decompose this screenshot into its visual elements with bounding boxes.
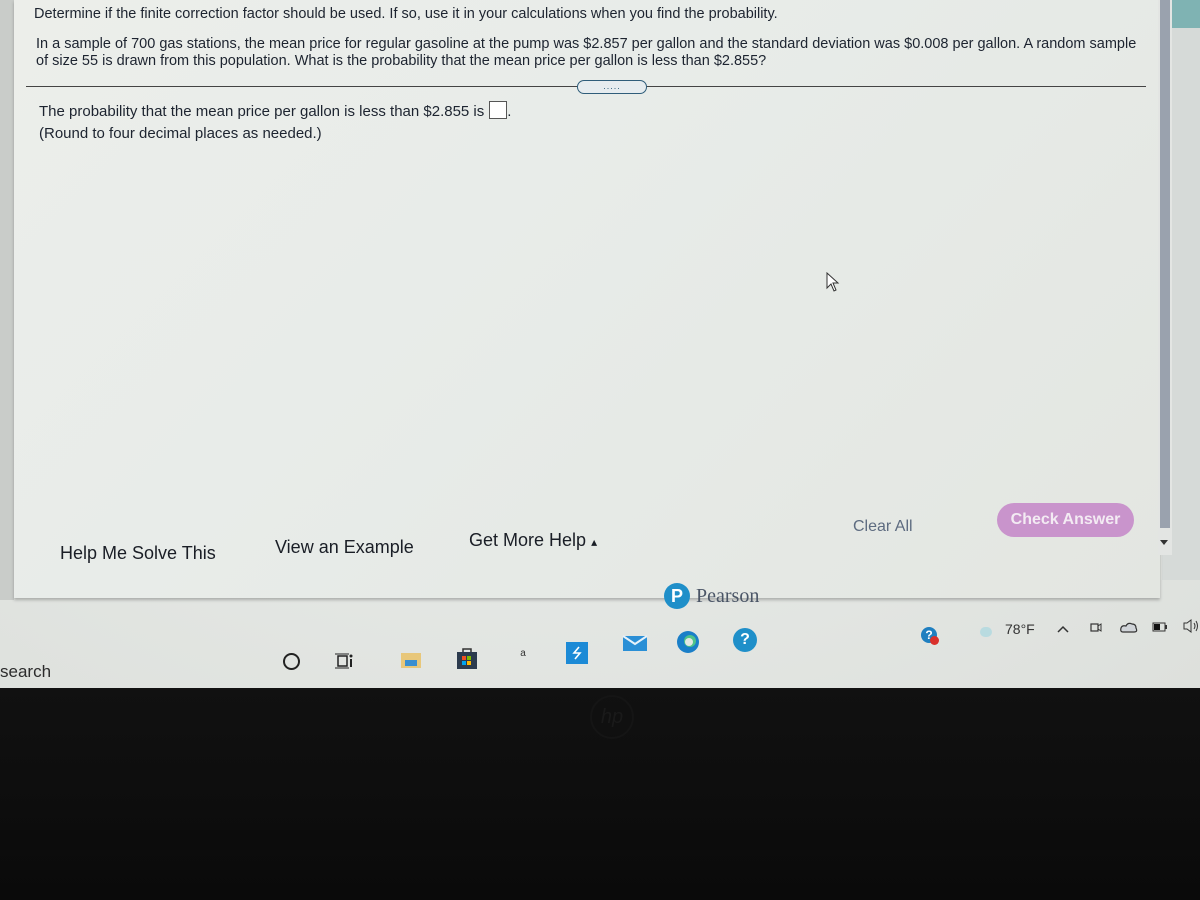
taskbar-search[interactable]: search [0,662,51,682]
edge-icon[interactable] [676,630,700,654]
rounding-note: (Round to four decimal places as needed.… [39,125,322,142]
help-alert-icon[interactable]: ? [918,624,940,646]
answer-line: The probability that the mean price per … [39,101,511,120]
pearson-name: Pearson [696,584,760,607]
weather-icon [978,624,994,640]
chevron-up-icon[interactable] [1056,622,1070,636]
get-more-help-label: Get More Help [469,530,587,550]
amazon-icon[interactable]: a [518,646,528,660]
answer-prefix: The probability that the mean price per … [39,103,485,120]
help-icon[interactable]: ? [733,628,757,652]
answer-suffix: . [507,103,512,120]
help-me-solve-button[interactable]: Help Me Solve This [60,543,216,564]
get-more-help-button[interactable]: Get More Help ▴ [469,530,597,551]
instruction-text: Determine if the finite correction facto… [34,6,778,22]
clear-all-button[interactable]: Clear All [853,518,913,536]
caret-up-icon: ▴ [591,535,598,549]
scroll-down-arrow-icon[interactable] [1160,540,1168,545]
scrollbar-thumb[interactable] [1160,0,1170,528]
meet-now-icon[interactable] [1089,618,1103,636]
view-example-button[interactable]: View an Example [275,537,414,558]
weather-temperature[interactable]: 78°F [1005,621,1035,637]
hp-bezel-logo: hp [590,695,634,739]
pearson-branding: P Pearson [664,583,759,609]
pearson-logo-icon: P [664,583,690,609]
check-answer-button[interactable]: Check Answer [997,503,1134,537]
microsoft-store-icon[interactable] [456,646,478,670]
task-view-icon[interactable] [334,652,354,670]
mouse-cursor-icon [826,272,840,292]
answer-input[interactable] [489,101,508,119]
question-panel: Determine if the finite correction facto… [14,0,1172,598]
mail-icon[interactable] [622,630,648,652]
battery-icon[interactable] [1152,622,1168,632]
cortana-icon[interactable] [282,652,300,670]
left-edge [0,0,14,600]
volume-icon[interactable] [1182,618,1200,634]
question-text: In a sample of 700 gas stations, the mea… [36,36,1137,69]
app-icon[interactable] [566,642,588,664]
onedrive-icon[interactable] [1120,621,1138,633]
taskbar: search a ? ? 78°F [0,612,1200,688]
file-explorer-icon[interactable] [400,650,422,670]
expand-more-button[interactable]: ..... [577,80,647,94]
screen: Determine if the finite correction facto… [0,0,1200,688]
